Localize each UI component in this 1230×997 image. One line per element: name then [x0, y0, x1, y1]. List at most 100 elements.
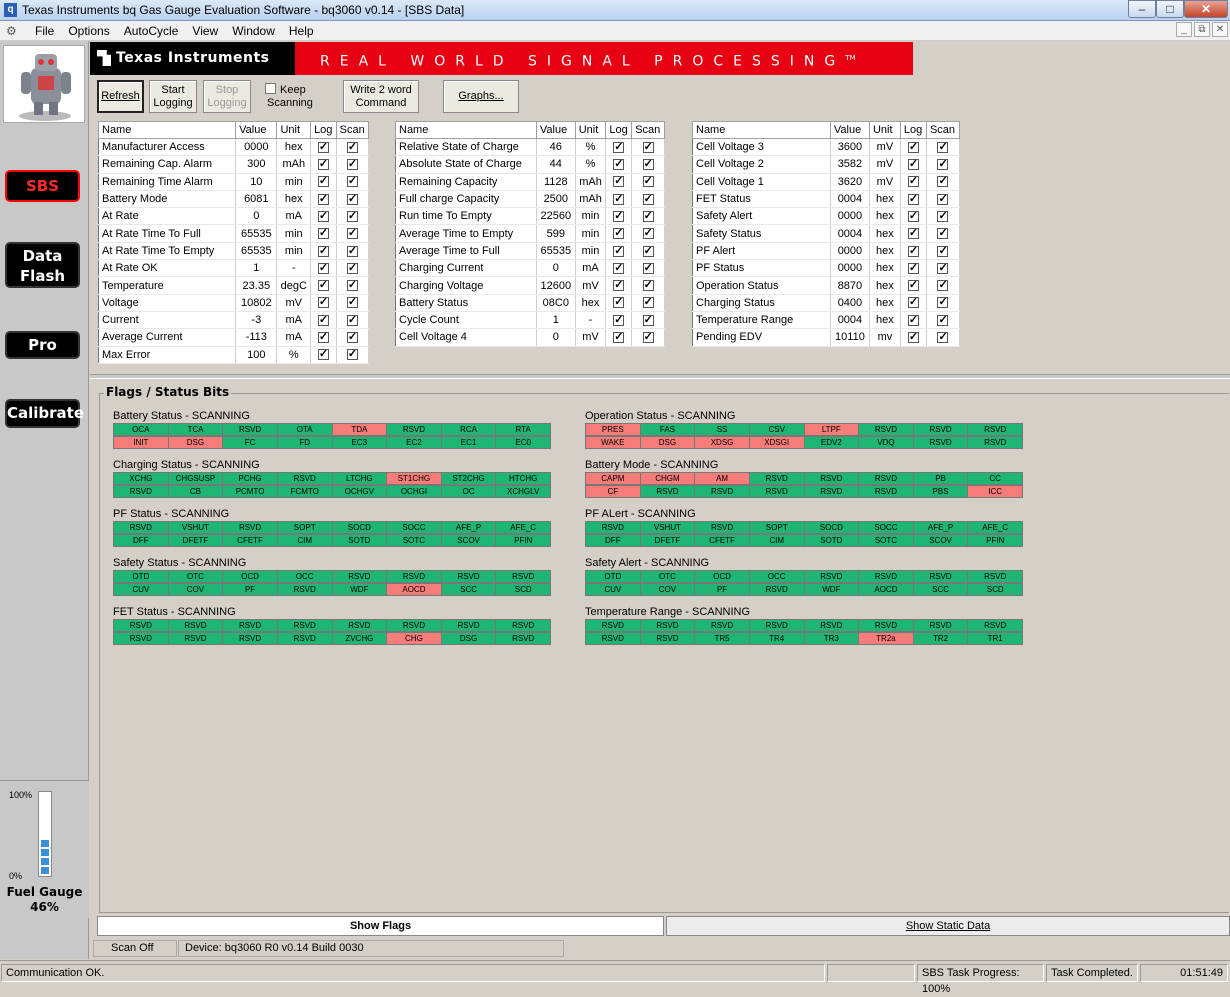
- scan-checkbox[interactable]: [642, 261, 654, 274]
- scan-checkbox[interactable]: [642, 140, 654, 153]
- log-checkbox[interactable]: [907, 192, 919, 205]
- table-row[interactable]: Cycle Count 1-: [395, 311, 665, 330]
- table-row[interactable]: Cell Voltage 1 3620 mV: [692, 173, 961, 191]
- log-checkbox[interactable]: [317, 226, 329, 240]
- scan-checkbox[interactable]: [642, 226, 654, 240]
- scan-checkbox[interactable]: [642, 330, 654, 343]
- scan-checkbox[interactable]: [346, 295, 358, 309]
- refresh-button[interactable]: Refresh: [97, 80, 144, 113]
- col-scan-header[interactable]: Scan: [335, 121, 370, 139]
- document-icon[interactable]: ⚙: [6, 24, 20, 38]
- log-checkbox[interactable]: [613, 295, 625, 309]
- table-row[interactable]: Average Time to Empty 599 min: [395, 224, 665, 243]
- log-checkbox[interactable]: [613, 226, 625, 240]
- start-logging-button[interactable]: Start Logging: [149, 80, 197, 113]
- scan-checkbox[interactable]: [937, 313, 949, 326]
- log-checkbox[interactable]: [613, 192, 625, 205]
- col-value-header[interactable]: Value: [829, 121, 870, 139]
- table-row[interactable]: Safety Alert 0000 hex: [692, 207, 961, 226]
- scan-checkbox[interactable]: [346, 244, 358, 257]
- table-row[interactable]: PF Status 0000 hex: [692, 259, 961, 278]
- scan-checkbox[interactable]: [346, 278, 358, 292]
- menu-help[interactable]: Help: [282, 23, 321, 39]
- scan-checkbox[interactable]: [642, 209, 654, 222]
- menu-file[interactable]: File: [28, 23, 61, 39]
- close-button[interactable]: ✕: [1184, 0, 1228, 18]
- col-scan-header[interactable]: Scan: [925, 121, 961, 139]
- scan-checkbox[interactable]: [937, 244, 949, 257]
- log-checkbox[interactable]: [613, 330, 625, 343]
- log-checkbox[interactable]: [907, 261, 919, 274]
- scan-checkbox[interactable]: [937, 192, 949, 205]
- log-checkbox[interactable]: [317, 261, 329, 274]
- table-row[interactable]: Charging Voltage 12600 mV: [395, 276, 665, 295]
- scan-checkbox[interactable]: [346, 192, 358, 205]
- log-checkbox[interactable]: [907, 278, 919, 292]
- table-row[interactable]: Pending EDV 10110 mv: [692, 328, 961, 347]
- log-checkbox[interactable]: [613, 261, 625, 274]
- table-row[interactable]: Voltage 10802 mV: [98, 294, 370, 312]
- table-row[interactable]: Full charge Capacity 2500 mAh: [395, 190, 665, 209]
- table-row[interactable]: Cell Voltage 3 3600 mV: [692, 138, 961, 157]
- table-row[interactable]: Temperature 23.35 degC: [98, 276, 370, 295]
- menu-options[interactable]: Options: [61, 23, 116, 39]
- table-row[interactable]: Cell Voltage 2 3582 mV: [692, 155, 961, 174]
- menu-window[interactable]: Window: [225, 23, 282, 39]
- scan-checkbox[interactable]: [642, 174, 654, 188]
- scan-checkbox[interactable]: [346, 174, 358, 188]
- maximize-button[interactable]: □: [1156, 0, 1184, 18]
- log-checkbox[interactable]: [907, 226, 919, 240]
- scan-checkbox[interactable]: [346, 157, 358, 171]
- menu-autocycle[interactable]: AutoCycle: [117, 23, 186, 39]
- keep-scanning-box[interactable]: [265, 83, 276, 94]
- table-row[interactable]: At Rate OK 1-: [98, 259, 370, 278]
- table-row[interactable]: At Rate Time To Full 65535 min: [98, 224, 370, 243]
- table-row[interactable]: Charging Status 0400 hex: [692, 294, 961, 312]
- col-value-header[interactable]: Value: [535, 121, 576, 139]
- scan-checkbox[interactable]: [937, 330, 949, 343]
- scan-checkbox[interactable]: [642, 313, 654, 326]
- table-row[interactable]: Average Time to Full 65535 min: [395, 242, 665, 261]
- log-checkbox[interactable]: [317, 140, 329, 153]
- table-row[interactable]: FET Status 0004 hex: [692, 190, 961, 209]
- col-name-header[interactable]: Name: [395, 121, 537, 139]
- table-row[interactable]: Relative State of Charge 46%: [395, 138, 665, 157]
- nav-pro-button[interactable]: Pro: [5, 331, 80, 359]
- table-row[interactable]: Charging Current 0 mA: [395, 259, 665, 278]
- col-log-header[interactable]: Log: [310, 121, 337, 139]
- log-checkbox[interactable]: [317, 244, 329, 257]
- menu-view[interactable]: View: [185, 23, 225, 39]
- col-log-header[interactable]: Log: [605, 121, 633, 139]
- col-log-header[interactable]: Log: [899, 121, 927, 139]
- scan-checkbox[interactable]: [346, 226, 358, 240]
- scan-checkbox[interactable]: [346, 330, 358, 343]
- scan-checkbox[interactable]: [346, 209, 358, 222]
- scan-checkbox[interactable]: [642, 244, 654, 257]
- table-row[interactable]: Absolute State of Charge 44%: [395, 155, 665, 174]
- minimize-button[interactable]: –: [1128, 0, 1156, 18]
- table-row[interactable]: PF Alert 0000 hex: [692, 242, 961, 261]
- tab-show-static-data[interactable]: Show Static Data: [666, 916, 1230, 936]
- log-checkbox[interactable]: [613, 244, 625, 257]
- col-value-header[interactable]: Value: [235, 121, 278, 139]
- table-row[interactable]: Remaining Capacity 1128 mAh: [395, 173, 665, 191]
- log-checkbox[interactable]: [317, 192, 329, 205]
- log-checkbox[interactable]: [317, 209, 329, 222]
- log-checkbox[interactable]: [613, 157, 625, 171]
- table-row[interactable]: Safety Status 0004 hex: [692, 224, 961, 243]
- nav-calibrate-button[interactable]: Calibrate: [5, 399, 84, 428]
- mdi-close-button[interactable]: ✕: [1212, 22, 1228, 37]
- table-row[interactable]: Cell Voltage 4 0 mV: [395, 328, 665, 347]
- col-name-header[interactable]: Name: [692, 121, 831, 139]
- log-checkbox[interactable]: [613, 174, 625, 188]
- scan-checkbox[interactable]: [346, 140, 358, 153]
- table-row[interactable]: Manufacturer Access 0000 hex: [98, 138, 370, 157]
- nav-sbs-button[interactable]: SBS: [5, 170, 80, 202]
- log-checkbox[interactable]: [907, 157, 919, 171]
- log-checkbox[interactable]: [317, 278, 329, 292]
- log-checkbox[interactable]: [317, 295, 329, 309]
- log-checkbox[interactable]: [907, 330, 919, 343]
- mdi-minimize-button[interactable]: _: [1176, 22, 1192, 37]
- scan-checkbox[interactable]: [937, 295, 949, 309]
- scan-checkbox[interactable]: [937, 278, 949, 292]
